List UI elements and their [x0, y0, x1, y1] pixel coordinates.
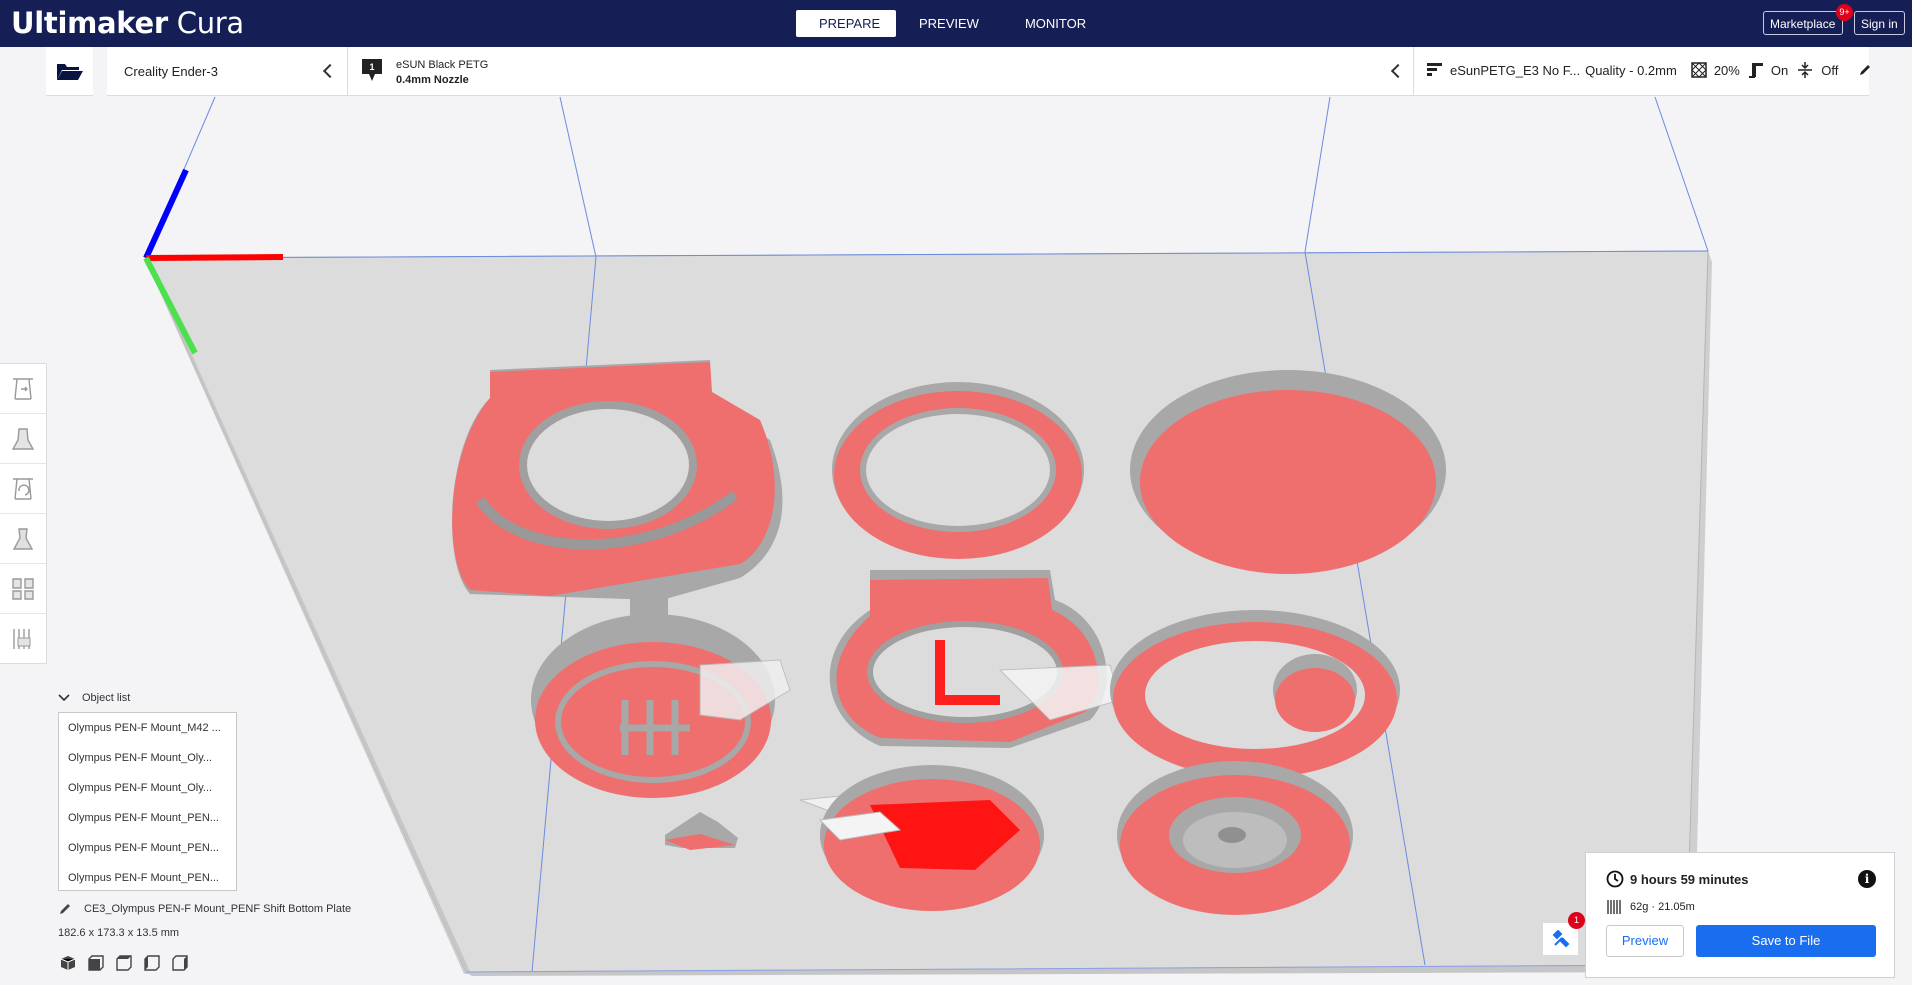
selected-object-name[interactable]: CE3_Olympus PEN-F Mount_PENF Shift Botto…: [58, 902, 351, 916]
chevron-down-icon: [58, 694, 70, 702]
tool-panel: [0, 363, 47, 664]
save-to-file-button[interactable]: Save to File: [1696, 925, 1876, 957]
build-volume-viewport[interactable]: [0, 47, 1912, 985]
profile-icon: [1427, 63, 1442, 76]
pencil-icon: [1860, 65, 1871, 75]
open-file-button[interactable]: [46, 47, 93, 96]
extruder-icon: 1: [362, 59, 382, 81]
chevron-left-icon: [1390, 63, 1406, 79]
tab-monitor[interactable]: MONITOR: [1002, 10, 1109, 37]
folder-icon: [56, 64, 83, 80]
material-name: eSUN Black PETG: [396, 59, 489, 71]
tab-preview[interactable]: PREVIEW: [896, 10, 1002, 37]
support-blocker-icon: [13, 628, 31, 649]
plugin-update-badge: 1: [1568, 912, 1585, 929]
left-view-icon[interactable]: [144, 955, 160, 971]
per-model-settings-icon: [12, 577, 34, 600]
model-part[interactable]: [1117, 761, 1353, 915]
model-part[interactable]: [818, 765, 1044, 911]
object-list: Olympus PEN-F Mount_M42 ... Olympus PEN-…: [58, 712, 237, 891]
top-bar: Ultimaker Cura PREPARE PREVIEW MONITOR M…: [0, 0, 1912, 47]
quality-label: Quality - 0.2mm: [1585, 62, 1677, 78]
rotate-tool-button[interactable]: [0, 464, 46, 514]
tab-prepare[interactable]: PREPARE: [796, 10, 896, 37]
info-icon[interactable]: i: [1858, 870, 1876, 888]
support-icon: [1748, 63, 1763, 78]
move-tool-button[interactable]: [0, 364, 46, 414]
profile-name: eSunPETG_E3 No F...: [1450, 62, 1581, 78]
object-list-title: Object list: [82, 692, 131, 704]
marketplace-button[interactable]: Marketplace 9+: [1763, 4, 1853, 35]
front-view-icon[interactable]: [88, 955, 104, 971]
app-logo: Ultimaker Cura: [11, 6, 244, 40]
move-icon: [13, 377, 33, 400]
3d-view-icon[interactable]: [60, 955, 76, 971]
pencil-icon: [60, 904, 70, 914]
list-item[interactable]: Olympus PEN-F Mount_PEN...: [59, 863, 236, 893]
per-model-settings-button[interactable]: [0, 564, 46, 614]
mirror-tool-button[interactable]: [0, 514, 46, 564]
support-value: On: [1770, 62, 1789, 78]
marketplace-badge: 9+: [1836, 4, 1853, 21]
tools-icon: [1552, 930, 1569, 948]
object-list-toggle[interactable]: Object list: [58, 692, 130, 704]
svg-text:1: 1: [369, 62, 374, 72]
chevron-left-icon: [322, 63, 338, 79]
material-selector[interactable]: 1 eSUN Black PETG 0.4mm Nozzle: [347, 47, 1413, 96]
object-dimensions: 182.6 x 173.3 x 13.5 mm: [58, 927, 180, 939]
marketplace-plugins-button[interactable]: 1: [1542, 912, 1585, 956]
model-part[interactable]: [1110, 610, 1400, 778]
preview-button[interactable]: Preview: [1606, 925, 1684, 957]
adhesion-icon: [1798, 62, 1813, 78]
mirror-icon: [12, 527, 34, 550]
view-orientation-buttons: [60, 955, 188, 971]
marketplace-label: Marketplace: [1770, 17, 1836, 31]
filament-icon: [1607, 900, 1621, 914]
right-view-icon[interactable]: [172, 955, 188, 971]
infill-value: 20%: [1713, 62, 1740, 78]
top-view-icon[interactable]: [116, 955, 132, 971]
print-summary-panel: 9 hours 59 minutes i 62g · 21.05m Previe…: [1585, 852, 1895, 978]
stage-tabs: PREPARE PREVIEW MONITOR: [796, 10, 1109, 37]
adhesion-value: Off: [1821, 62, 1839, 78]
infill-icon: [1691, 62, 1707, 78]
list-item[interactable]: Olympus PEN-F Mount_M42 ...: [59, 713, 236, 743]
printer-selector[interactable]: Creality Ender-3: [107, 47, 347, 96]
print-time: 9 hours 59 minutes: [1606, 870, 1748, 888]
support-blocker-button[interactable]: [0, 614, 46, 663]
model-part[interactable]: [832, 382, 1084, 559]
scale-tool-button[interactable]: [0, 414, 46, 464]
material-usage: 62g · 21.05m: [1606, 899, 1695, 915]
list-item[interactable]: Olympus PEN-F Mount_PEN...: [59, 833, 236, 863]
print-settings-selector[interactable]: eSunPETG_E3 No F... Quality - 0.2mm 20% …: [1413, 47, 1871, 96]
printer-name: Creality Ender-3: [124, 64, 218, 79]
rotate-icon: [13, 477, 33, 500]
list-item[interactable]: Olympus PEN-F Mount_Oly...: [59, 743, 236, 773]
sign-in-button[interactable]: Sign in: [1854, 11, 1905, 35]
scale-icon: [11, 427, 35, 450]
print-time-label: 9 hours 59 minutes: [1630, 871, 1749, 887]
list-item[interactable]: Olympus PEN-F Mount_Oly...: [59, 773, 236, 803]
object-name-label: CE3_Olympus PEN-F Mount_PENF Shift Botto…: [84, 903, 352, 915]
material-usage-label: 62g · 21.05m: [1630, 901, 1695, 913]
clock-icon: [1606, 870, 1624, 888]
nozzle-size: 0.4mm Nozzle: [396, 74, 469, 86]
list-item[interactable]: Olympus PEN-F Mount_PEN...: [59, 803, 236, 833]
